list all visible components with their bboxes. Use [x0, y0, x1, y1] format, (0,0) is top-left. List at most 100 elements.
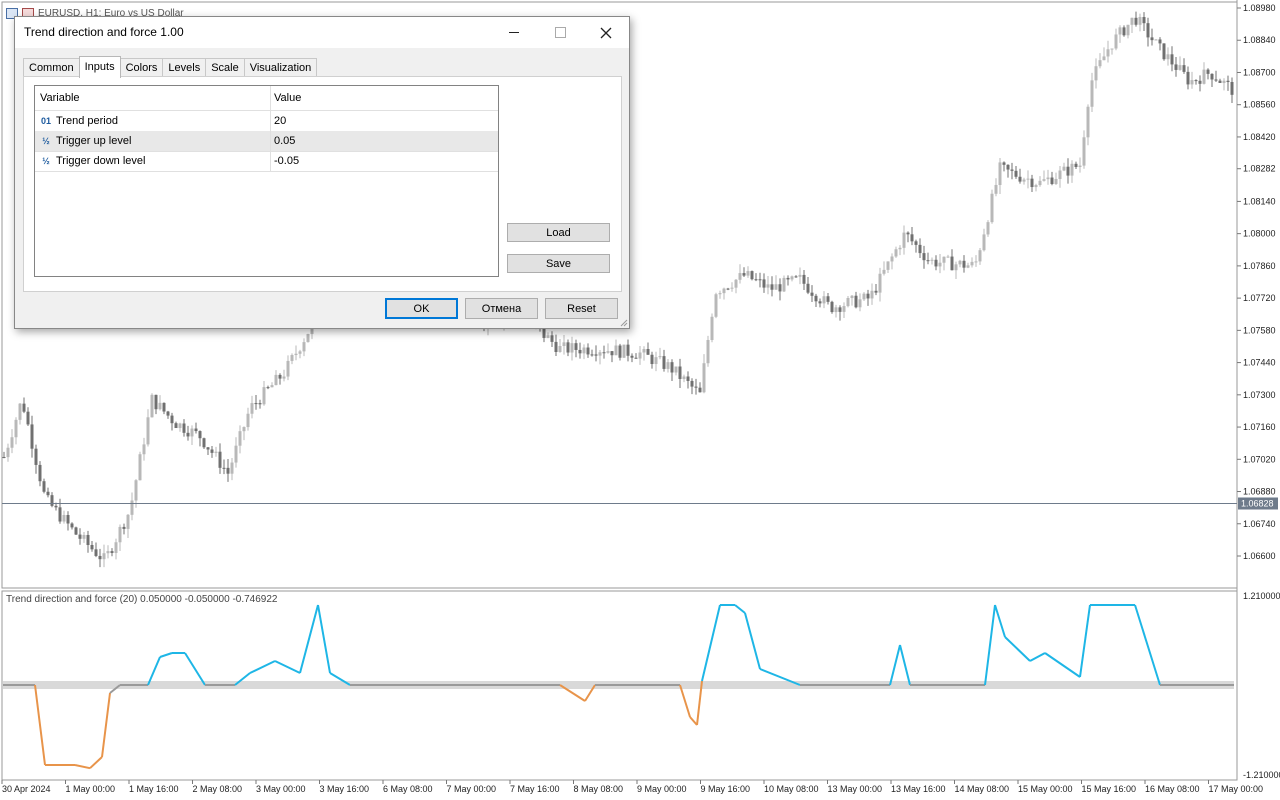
param-name: Trigger down level	[56, 155, 146, 167]
maximize-button[interactable]	[537, 17, 583, 48]
inputs-panel: Variable Value 01 Trend period 20 ½ Trigge…	[23, 76, 622, 292]
time-tick-label: 14 May 08:00	[955, 784, 1010, 794]
dialog-titlebar[interactable]: Trend direction and force 1.00	[15, 17, 629, 48]
candle-body	[542, 327, 546, 338]
price-tick-label: 1.07300	[1243, 390, 1276, 400]
candle-body	[198, 431, 202, 439]
candle-body	[646, 349, 650, 355]
indicator-line-segment	[689, 716, 698, 726]
price-tick-label: 1.08000	[1243, 229, 1276, 239]
reset-button[interactable]: Reset	[545, 298, 618, 319]
candle-body	[1138, 17, 1142, 25]
candle-body	[778, 284, 782, 292]
candle-body	[98, 555, 102, 560]
input-row-trend-period[interactable]: 01 Trend period 20	[35, 111, 498, 132]
candle-body	[1066, 166, 1070, 176]
candle-body	[178, 423, 182, 429]
candle-body	[294, 353, 298, 356]
candle-body	[598, 352, 602, 356]
input-row-trigger-down[interactable]: ½ Trigger down level -0.05	[35, 151, 498, 172]
tab-levels[interactable]: Levels	[162, 58, 207, 77]
candle-body	[1130, 17, 1134, 25]
candle-body	[30, 424, 34, 449]
minimize-button[interactable]	[491, 17, 537, 48]
tab-colors[interactable]: Colors	[119, 58, 164, 77]
candle-body	[1038, 180, 1042, 186]
candle-body	[118, 526, 122, 543]
param-name: Trigger up level	[56, 135, 132, 147]
candle-body	[882, 269, 886, 274]
grid-header-value[interactable]: Value	[271, 92, 301, 104]
candle-body	[1182, 65, 1186, 72]
candle-body	[242, 427, 246, 432]
time-tick-label: 10 May 08:00	[764, 784, 819, 794]
candle-body	[102, 553, 106, 560]
load-button[interactable]: Load	[507, 223, 610, 242]
time-tick-label: 9 May 00:00	[637, 784, 687, 794]
candle-body	[258, 403, 262, 405]
candle-body	[1074, 163, 1078, 167]
candle-body	[1026, 178, 1030, 180]
grid-header-variable[interactable]: Variable	[35, 86, 271, 110]
candle-body	[982, 234, 986, 251]
candle-body	[794, 276, 798, 278]
candle-body	[574, 343, 578, 350]
tab-scale[interactable]: Scale	[205, 58, 245, 77]
candle-body	[910, 234, 914, 242]
candle-body	[214, 451, 218, 453]
candle-body	[290, 355, 294, 361]
param-value-trigger-up[interactable]: 0.05	[271, 135, 295, 147]
indicator-line-segment	[1004, 636, 1031, 662]
candle-body	[1098, 60, 1102, 67]
tab-common[interactable]: Common	[23, 58, 80, 77]
candle-body	[1094, 66, 1098, 81]
time-tick-label: 15 May 00:00	[1018, 784, 1073, 794]
candle-body	[1102, 56, 1106, 61]
candle-body	[894, 249, 898, 257]
close-button[interactable]	[583, 17, 629, 48]
candle-body	[114, 542, 118, 553]
candle-body	[754, 279, 758, 281]
candle-body	[950, 256, 954, 271]
candle-body	[6, 447, 10, 458]
candle-body	[210, 449, 214, 453]
ok-button[interactable]: OK	[385, 298, 458, 319]
time-tick-label: 15 May 16:00	[1082, 784, 1137, 794]
input-row-trigger-up[interactable]: ½ Trigger up level 0.05	[35, 131, 498, 152]
candle-body	[694, 386, 698, 388]
candle-body	[966, 265, 970, 268]
candle-body	[582, 347, 586, 354]
candle-body	[1014, 170, 1018, 177]
candle-body	[226, 467, 230, 474]
param-value-trend-period[interactable]: 20	[271, 115, 286, 127]
indicator-line-segment	[1029, 652, 1046, 662]
cancel-button[interactable]: Отмена	[465, 298, 538, 319]
candle-body	[714, 294, 718, 317]
save-button[interactable]: Save	[507, 254, 610, 273]
price-tick-label: 1.07020	[1243, 454, 1276, 464]
candle-body	[34, 448, 38, 465]
candle-body	[706, 339, 710, 364]
candle-body	[130, 500, 134, 515]
candle-body	[122, 526, 126, 529]
candle-body	[818, 301, 822, 304]
price-tick-label: 1.08980	[1243, 3, 1276, 13]
indicator-line-segment	[1134, 604, 1161, 686]
candle-body	[142, 444, 146, 455]
time-tick-label: 13 May 00:00	[828, 784, 883, 794]
tab-visualization[interactable]: Visualization	[243, 58, 318, 77]
candle-body	[26, 411, 30, 425]
candle-body	[54, 505, 58, 508]
candle-body	[202, 438, 206, 448]
candle-body	[790, 276, 794, 280]
param-value-trigger-down[interactable]: -0.05	[271, 155, 299, 167]
candle-body	[786, 277, 790, 280]
candle-body	[562, 342, 566, 346]
candle-body	[710, 316, 714, 340]
tab-inputs[interactable]: Inputs	[78, 56, 121, 78]
candle-body	[638, 352, 642, 359]
resize-grip-icon[interactable]	[620, 319, 628, 327]
candle-body	[1230, 82, 1234, 95]
price-tick-label: 1.07860	[1243, 261, 1276, 271]
indicator-line-segment	[184, 652, 206, 686]
